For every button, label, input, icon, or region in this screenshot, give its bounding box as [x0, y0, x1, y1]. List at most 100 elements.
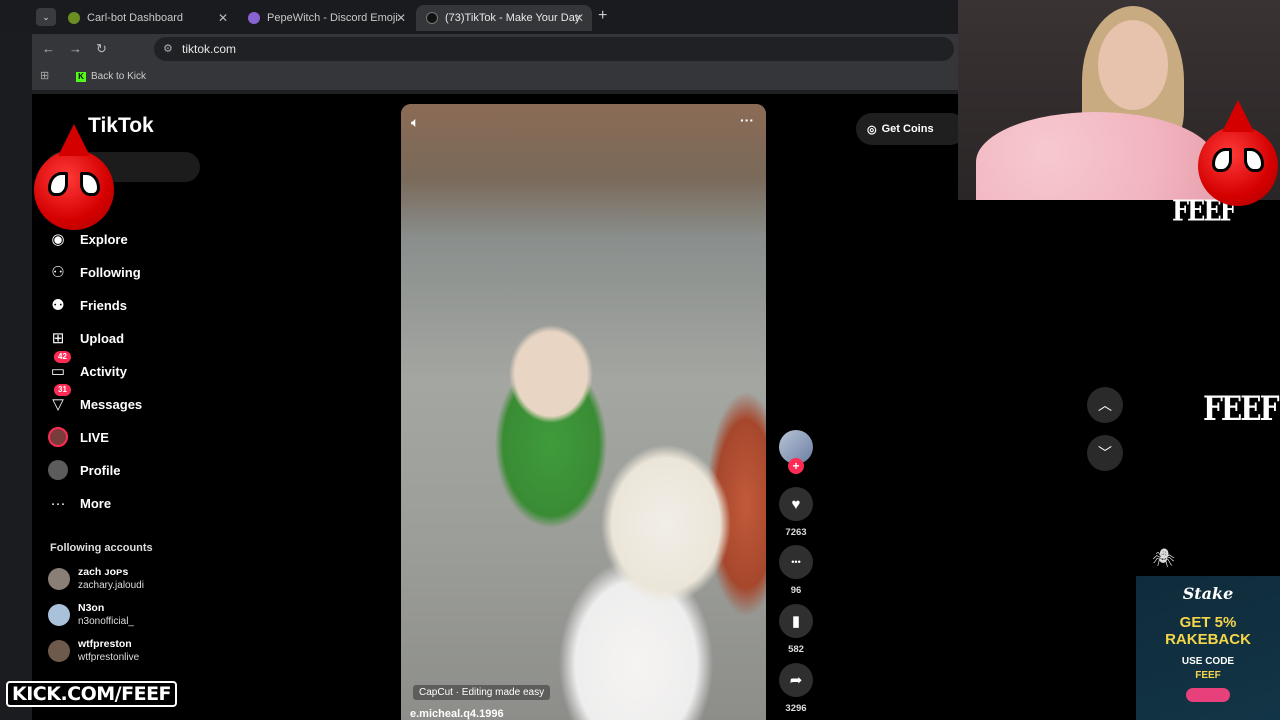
like-count: 7263 — [785, 527, 807, 538]
following-account[interactable]: N3on n3onofficial_ — [48, 602, 134, 628]
kick-chat-strip — [0, 32, 32, 720]
tab-search-button[interactable]: ⌄ — [36, 8, 56, 26]
spiderman-eye — [1212, 148, 1232, 172]
chevron-down-icon: ﹀ — [1098, 445, 1112, 461]
new-tab-button[interactable]: + — [598, 7, 607, 25]
spider-icon: 🕷︎ — [1152, 548, 1175, 568]
sidebar-item-upload[interactable]: ⊞ Upload — [48, 326, 124, 350]
tab-tiktok[interactable]: (73)TikTok - Make Your Day ✕ — [416, 5, 592, 31]
following-accounts-heading: Following accounts — [50, 542, 153, 554]
share-count: 3296 — [785, 703, 807, 714]
tiktok-logo[interactable]: TikTok — [88, 114, 154, 138]
sidebar-item-label: Activity — [80, 363, 127, 379]
bookmark-label: Back to Kick — [91, 71, 147, 82]
bookmarks-bar: ⊞ K Back to Kick — [32, 64, 958, 90]
nav-bar: ← → ↻ ⚙ tiktok.com — [32, 34, 958, 64]
site-info-icon[interactable]: ⚙ — [163, 37, 173, 61]
spiderman-eye — [48, 172, 68, 196]
stake-ad: Stake GET 5% RAKEBACK USE CODE FEEF — [1136, 576, 1280, 720]
carlbot-favicon-icon — [68, 12, 80, 24]
comment-action[interactable]: ••• 96 — [778, 545, 814, 596]
following-account[interactable]: wtfpreston wtfprestonlive — [48, 638, 139, 664]
get-coins-button[interactable]: ◎ Get Coins — [856, 113, 966, 145]
sidebar-item-profile[interactable]: Profile — [48, 458, 120, 482]
sidebar-item-label: More — [80, 495, 112, 511]
friends-icon: ⚉ — [51, 297, 65, 314]
tiktok-favicon-icon — [426, 12, 438, 24]
tab-title: PepeWitch - Discord Emoji — [267, 12, 398, 24]
following-icon: ⚇ — [51, 264, 65, 281]
tab-title: Carl-bot Dashboard — [87, 12, 183, 24]
bookmark-action[interactable]: ▮ 582 — [778, 604, 814, 655]
chevron-up-icon: ︿ — [1098, 397, 1112, 413]
kick-logo-icon: K — [76, 71, 86, 82]
webcam-face — [1098, 20, 1168, 110]
bookmark-count: 582 — [788, 644, 804, 655]
avatar — [48, 604, 70, 626]
close-tab-icon[interactable]: ✕ — [574, 11, 584, 25]
next-video-button[interactable]: ﹀ — [1087, 435, 1123, 471]
video-author[interactable]: e.micheal.q4.1996 — [410, 708, 504, 720]
video-player[interactable]: 🔈︎ ··· CapCut · Editing made easy e.mich… — [401, 104, 766, 720]
tab-carlbot[interactable]: Carl-bot Dashboard + ✕ — [58, 5, 236, 31]
sidebar-item-friends[interactable]: ⚉ Friends — [48, 293, 127, 317]
comment-icon[interactable]: ••• — [779, 545, 813, 579]
sidebar-item-activity[interactable]: ▭ 42 Activity — [48, 351, 127, 383]
sidebar-item-messages[interactable]: ▽ 31 Messages — [48, 384, 142, 416]
profile-avatar-icon — [48, 460, 68, 480]
spiderman-hat — [58, 124, 90, 156]
account-name: wtfpreston — [78, 638, 132, 650]
sidebar-item-explore[interactable]: ◉ Explore — [48, 227, 128, 251]
feef-watermark: FEEF — [1203, 388, 1279, 429]
spiderman-mask-icon — [34, 124, 114, 230]
heart-icon[interactable]: ♥ — [779, 487, 813, 521]
url-text: tiktok.com — [182, 42, 237, 56]
stake-code: FEEF — [1195, 670, 1221, 681]
spiderman-mask-icon — [1198, 100, 1278, 206]
volume-icon[interactable]: 🔈︎ — [411, 114, 419, 131]
back-arrow-icon[interactable]: ← — [42, 41, 55, 56]
stake-title: GET 5% RAKEBACK — [1165, 614, 1251, 648]
address-bar[interactable]: ⚙ tiktok.com — [154, 37, 954, 61]
spiderman-eye — [1244, 148, 1264, 172]
activity-glyph: ▭ — [50, 363, 66, 380]
forward-arrow-icon[interactable]: → — [69, 41, 82, 56]
comment-count: 96 — [790, 585, 802, 596]
discord-favicon-icon — [248, 12, 260, 24]
upload-icon: ⊞ — [51, 330, 65, 347]
kick-url-banner: KICK.COM/FEEF — [6, 681, 178, 707]
sidebar-item-label: LIVE — [80, 429, 109, 445]
bookmark-back-to-kick[interactable]: K Back to Kick — [76, 71, 146, 82]
account-handle: wtfprestonlive — [78, 652, 140, 663]
bookmark-icon[interactable]: ▮ — [779, 604, 813, 638]
capcut-label[interactable]: CapCut · Editing made easy — [413, 685, 551, 700]
previous-video-button[interactable]: ︿ — [1087, 387, 1123, 423]
more-options-icon[interactable]: ··· — [740, 112, 754, 128]
sidebar-item-label: Explore — [80, 231, 128, 247]
share-action[interactable]: ➦ 3296 — [778, 663, 814, 714]
sidebar-item-label: Friends — [80, 297, 127, 313]
sidebar-item-following[interactable]: ⚇ Following — [48, 260, 140, 284]
sidebar-item-live[interactable]: LIVE — [48, 425, 109, 449]
get-coins-label: Get Coins — [881, 123, 934, 135]
video-frame — [401, 104, 766, 720]
account-handle: n3onofficial_ — [78, 616, 134, 627]
like-action[interactable]: ♥ 7263 — [778, 487, 814, 538]
following-account[interactable]: zach ᴊᴏᴘs zachary.jaloudi — [48, 566, 144, 592]
live-avatar-icon — [48, 427, 68, 447]
spiderman-eye — [80, 172, 100, 196]
close-tab-icon[interactable]: ✕ — [396, 11, 406, 25]
more-dots-icon: ··· — [50, 494, 66, 512]
apps-grid-icon[interactable]: ⊞ — [40, 69, 49, 82]
reload-icon[interactable]: ↻ — [96, 41, 107, 57]
activity-badge: 42 — [54, 351, 71, 363]
account-name: zach ᴊᴏᴘs — [78, 566, 129, 578]
share-icon[interactable]: ➦ — [779, 663, 813, 697]
account-name: N3on — [78, 602, 105, 614]
tab-pepewitch[interactable]: PepeWitch - Discord Emoji ✕ — [238, 5, 414, 31]
close-tab-icon[interactable]: ✕ — [218, 11, 228, 25]
tab-bar: ⌄ Carl-bot Dashboard + ✕ PepeWitch - Dis… — [0, 0, 958, 34]
sidebar-item-more[interactable]: ··· More — [48, 491, 112, 515]
activity-icon: ▭ 42 — [48, 351, 71, 381]
follow-plus-icon[interactable]: + — [788, 458, 804, 474]
